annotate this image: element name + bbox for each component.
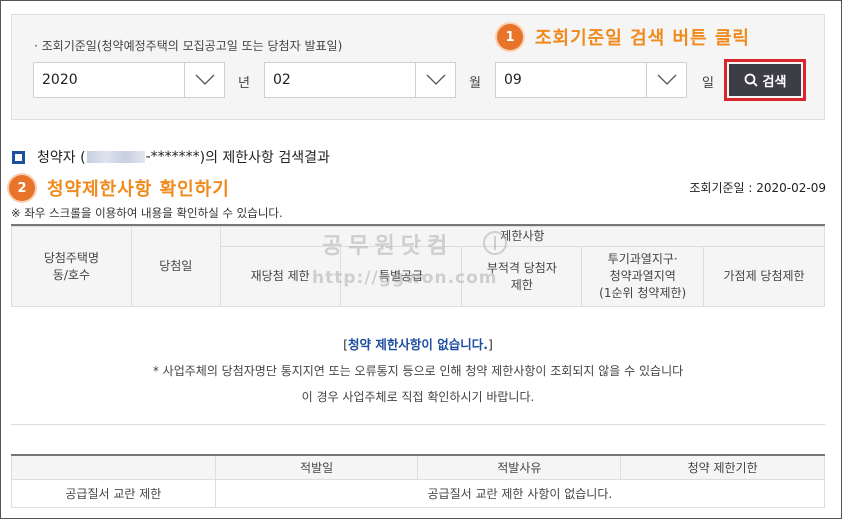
header-house-line2: 동/호수 [52, 267, 90, 282]
year-unit: 년 [238, 76, 250, 91]
header-speculative-line3: (1순위 청약제한) [599, 285, 687, 300]
search-button-label: 검색 [762, 74, 787, 90]
order-row-label: 공급질서 교란 제한 [11, 478, 216, 508]
step2-badge: 2 [9, 175, 35, 201]
search-icon [744, 73, 758, 87]
month-unit: 월 [469, 76, 481, 91]
result-title-masked: -******* [145, 149, 200, 165]
result-title-prefix: 청약자 ( [37, 150, 86, 166]
step1-badge: 1 [497, 24, 523, 50]
scroll-note: ※ 좌우 스크롤을 이용하여 내용을 확인하실 수 있습니다. [11, 206, 283, 220]
day-unit: 일 [702, 76, 714, 91]
year-select[interactable]: 2020 [33, 62, 225, 98]
empty-result-text: 청약 제한사항이 없습니다. [348, 337, 488, 352]
search-button-highlight: 검색 [724, 59, 806, 101]
bracket-close: ] [487, 337, 493, 352]
order-header-found-date: 적발일 [214, 454, 419, 480]
restriction-table: 당첨주택명 동/호수 당첨일 제한사항 재당첨 제한 특별공급 부적격 당첨자 … [11, 226, 826, 307]
step1-annotation: 조회기준일 검색 버튼 클릭 [535, 28, 750, 49]
result-title-suffix: )의 제한사항 검색결과 [199, 150, 330, 166]
header-speculative-line1: 투기과열지구· [607, 252, 678, 267]
chevron-down-icon [426, 74, 446, 85]
order-header-blank [11, 454, 216, 480]
reference-date: 조회기준일 : 2020-02-09 [689, 181, 826, 195]
empty-result-area: [청약 제한사항이 없습니다.] * 사업주체의 당첨자명단 통지지연 또는 오… [11, 307, 825, 425]
month-select-value: 02 [273, 72, 291, 88]
header-unqualified-line2: 제한 [510, 277, 533, 292]
search-button[interactable]: 검색 [729, 64, 801, 96]
order-header-reason: 적발사유 [417, 454, 622, 480]
masked-id-blur [86, 151, 145, 163]
header-special: 특별공급 [339, 246, 463, 307]
day-select-arrow[interactable] [646, 63, 686, 97]
chevron-down-icon [657, 74, 677, 85]
info-line-1: * 사업주체의 당첨자명단 통지지연 또는 오류통지 등으로 인해 청약 제한사… [152, 364, 684, 378]
month-select[interactable]: 02 [264, 62, 456, 98]
order-header-period: 청약 제한기한 [620, 454, 825, 480]
header-point: 가점제 당첨제한 [703, 246, 825, 307]
header-speculative: 투기과열지구· 청약과열지역 (1순위 청약제한) [581, 246, 705, 307]
empty-result-message: [청약 제한사항이 없습니다.] [11, 334, 825, 353]
header-unqualified-line1: 부적격 당첨자 [486, 260, 557, 275]
supply-order-table: 적발일 적발사유 청약 제한기한 공급질서 교란 제한 공급질서 교란 제한 사… [11, 454, 826, 508]
year-select-value: 2020 [42, 72, 78, 88]
header-house-line1: 당첨주택명 [43, 250, 100, 265]
square-bullet-icon [12, 150, 25, 164]
header-speculative-line2: 청약과열지역 [609, 269, 676, 284]
search-date-label: · 조회기준일(청약예정주택의 모집공고일 또는 당첨자 발표일) [34, 39, 343, 53]
header-rewin: 재당첨 제한 [219, 246, 341, 307]
day-select[interactable]: 09 [495, 62, 687, 98]
header-win-date: 당첨일 [130, 226, 221, 307]
header-house: 당첨주택명 동/호수 [11, 226, 132, 307]
month-select-arrow[interactable] [415, 63, 455, 97]
header-restrictions-group: 제한사항 [219, 226, 826, 247]
result-title: 청약자 ( -******* )의 제한사항 검색결과 [12, 147, 330, 167]
header-unqualified: 부적격 당첨자 제한 [461, 246, 583, 307]
order-row-message: 공급질서 교란 제한 사항이 없습니다. [214, 478, 826, 508]
info-line-2: 이 경우 사업주체로 직접 확인하시기 바랍니다. [301, 390, 535, 404]
day-select-value: 09 [504, 72, 522, 88]
chevron-down-icon [195, 74, 215, 85]
step2-annotation: 청약제한사항 확인하기 [47, 179, 230, 200]
year-select-arrow[interactable] [184, 63, 224, 97]
table-row: 공급질서 교란 제한 공급질서 교란 제한 사항이 없습니다. [11, 478, 826, 508]
